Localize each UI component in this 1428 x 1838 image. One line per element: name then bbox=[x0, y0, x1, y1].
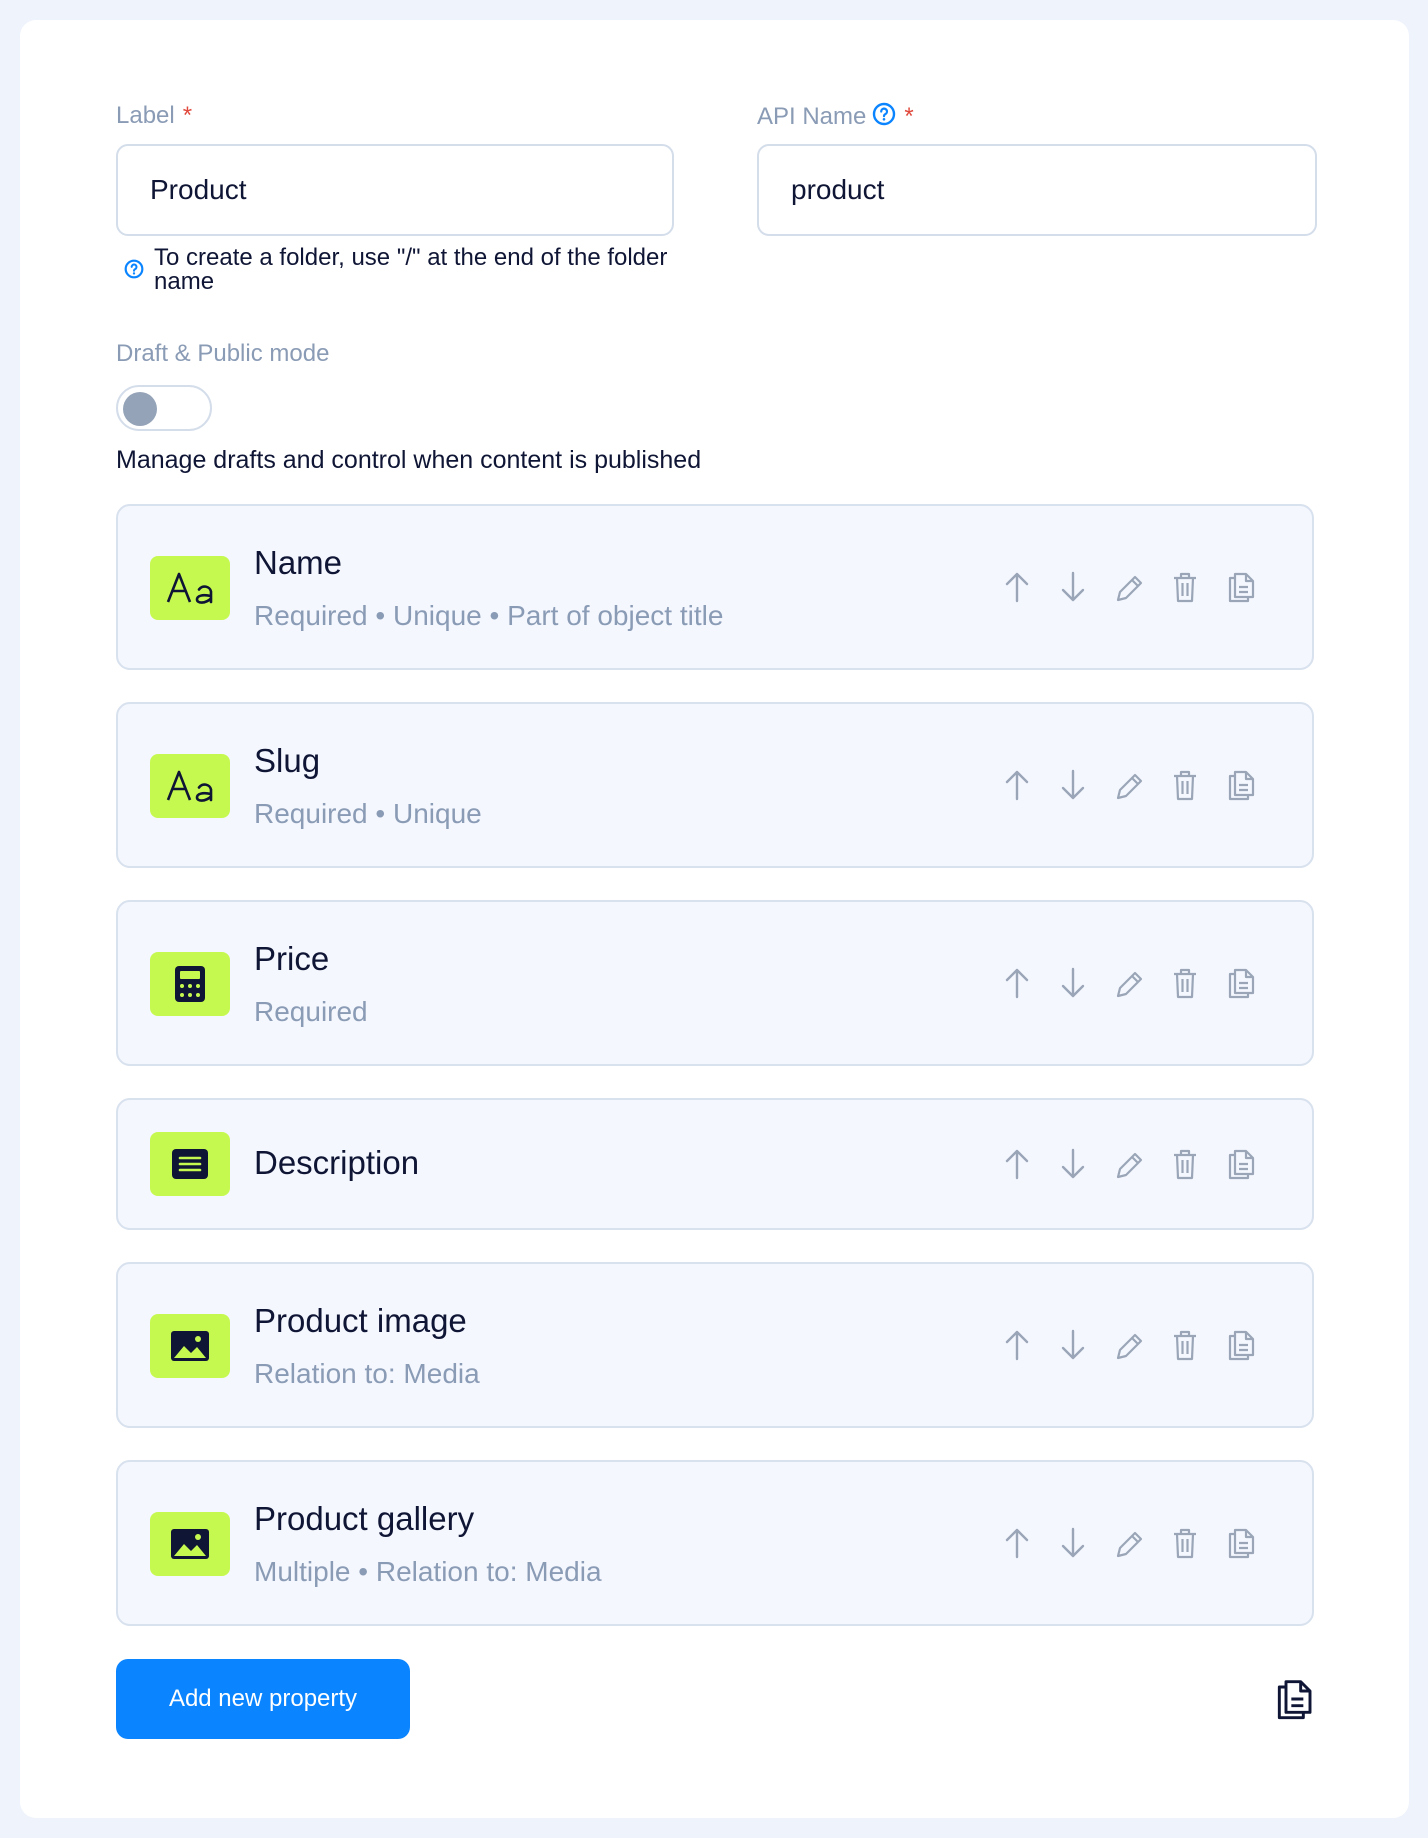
delete-icon[interactable] bbox=[1170, 1328, 1200, 1362]
duplicate-icon[interactable] bbox=[1226, 1526, 1256, 1560]
move-up-icon[interactable] bbox=[1002, 966, 1032, 1000]
delete-icon[interactable] bbox=[1170, 1147, 1200, 1181]
move-up-icon[interactable] bbox=[1002, 570, 1032, 604]
toggle-knob bbox=[123, 392, 157, 426]
edit-icon[interactable] bbox=[1114, 1147, 1144, 1181]
duplicate-icon[interactable] bbox=[1226, 1328, 1256, 1362]
property-title: Name bbox=[254, 544, 343, 581]
help-icon bbox=[124, 259, 144, 284]
folder-hint: To create a folder, use "/" at the end o… bbox=[122, 246, 682, 294]
property-actions bbox=[1002, 1147, 1256, 1181]
folder-hint-text: To create a folder, use "/" at the end o… bbox=[154, 244, 668, 295]
move-up-icon[interactable] bbox=[1002, 1526, 1032, 1560]
draft-mode-title: Draft & Public mode bbox=[116, 340, 330, 367]
property-subtitle: Required bbox=[254, 996, 368, 1027]
property-actions bbox=[1002, 1328, 1256, 1362]
duplicate-icon[interactable] bbox=[1226, 966, 1256, 1000]
property-list: Name Required • Unique • Part of object … bbox=[116, 504, 1314, 1658]
api-name-input[interactable] bbox=[757, 144, 1317, 236]
property-title: Description bbox=[254, 1144, 420, 1181]
property-subtitle: Required • Unique • Part of object title bbox=[254, 600, 724, 631]
edit-icon[interactable] bbox=[1114, 570, 1144, 604]
text-block-icon bbox=[150, 1132, 230, 1196]
label-input[interactable] bbox=[116, 144, 674, 236]
move-up-icon[interactable] bbox=[1002, 1328, 1032, 1362]
api-name-field-title: API Name * bbox=[757, 102, 914, 133]
property-row[interactable]: Product image Relation to: Media bbox=[116, 1262, 1314, 1428]
delete-icon[interactable] bbox=[1170, 768, 1200, 802]
delete-icon[interactable] bbox=[1170, 570, 1200, 604]
property-title: Slug bbox=[254, 742, 321, 779]
edit-icon[interactable] bbox=[1114, 1526, 1144, 1560]
move-down-icon[interactable] bbox=[1058, 570, 1088, 604]
property-title: Product gallery bbox=[254, 1500, 475, 1537]
property-row[interactable]: Slug Required • Unique bbox=[116, 702, 1314, 868]
property-actions bbox=[1002, 1526, 1256, 1560]
move-down-icon[interactable] bbox=[1058, 966, 1088, 1000]
delete-icon[interactable] bbox=[1170, 1526, 1200, 1560]
draft-mode-toggle[interactable] bbox=[116, 385, 212, 431]
text-type-icon bbox=[150, 754, 230, 818]
delete-icon[interactable] bbox=[1170, 966, 1200, 1000]
property-actions bbox=[1002, 570, 1256, 604]
edit-icon[interactable] bbox=[1114, 1328, 1144, 1362]
draft-mode-description: Manage drafts and control when content i… bbox=[116, 446, 702, 474]
property-actions bbox=[1002, 966, 1256, 1000]
add-property-button[interactable]: Add new property bbox=[116, 1659, 410, 1739]
property-subtitle: Relation to: Media bbox=[254, 1358, 480, 1389]
calculator-icon bbox=[150, 952, 230, 1016]
property-subtitle: Multiple • Relation to: Media bbox=[254, 1556, 602, 1587]
property-subtitle: Required • Unique bbox=[254, 798, 482, 829]
help-icon[interactable] bbox=[872, 102, 896, 133]
edit-icon[interactable] bbox=[1114, 768, 1144, 802]
text-type-icon bbox=[150, 556, 230, 620]
duplicate-icon[interactable] bbox=[1226, 768, 1256, 802]
property-row[interactable]: Product gallery Multiple • Relation to: … bbox=[116, 1460, 1314, 1626]
required-mark: * bbox=[904, 102, 914, 130]
property-row[interactable]: Description bbox=[116, 1098, 1314, 1230]
duplicate-icon[interactable] bbox=[1226, 1147, 1256, 1181]
image-icon bbox=[150, 1512, 230, 1576]
move-down-icon[interactable] bbox=[1058, 768, 1088, 802]
label-field-title: Label * bbox=[116, 102, 193, 129]
move-down-icon[interactable] bbox=[1058, 1328, 1088, 1362]
move-up-icon[interactable] bbox=[1002, 768, 1032, 802]
edit-icon[interactable] bbox=[1114, 966, 1144, 1000]
copy-schema-icon[interactable] bbox=[1274, 1676, 1314, 1722]
property-actions bbox=[1002, 768, 1256, 802]
image-icon bbox=[150, 1314, 230, 1378]
move-down-icon[interactable] bbox=[1058, 1526, 1088, 1560]
duplicate-icon[interactable] bbox=[1226, 570, 1256, 604]
move-down-icon[interactable] bbox=[1058, 1147, 1088, 1181]
move-up-icon[interactable] bbox=[1002, 1147, 1032, 1181]
property-title: Product image bbox=[254, 1302, 467, 1339]
required-mark: * bbox=[182, 102, 193, 129]
property-row[interactable]: Name Required • Unique • Part of object … bbox=[116, 504, 1314, 670]
property-title: Price bbox=[254, 940, 330, 977]
property-row[interactable]: Price Required bbox=[116, 900, 1314, 1066]
